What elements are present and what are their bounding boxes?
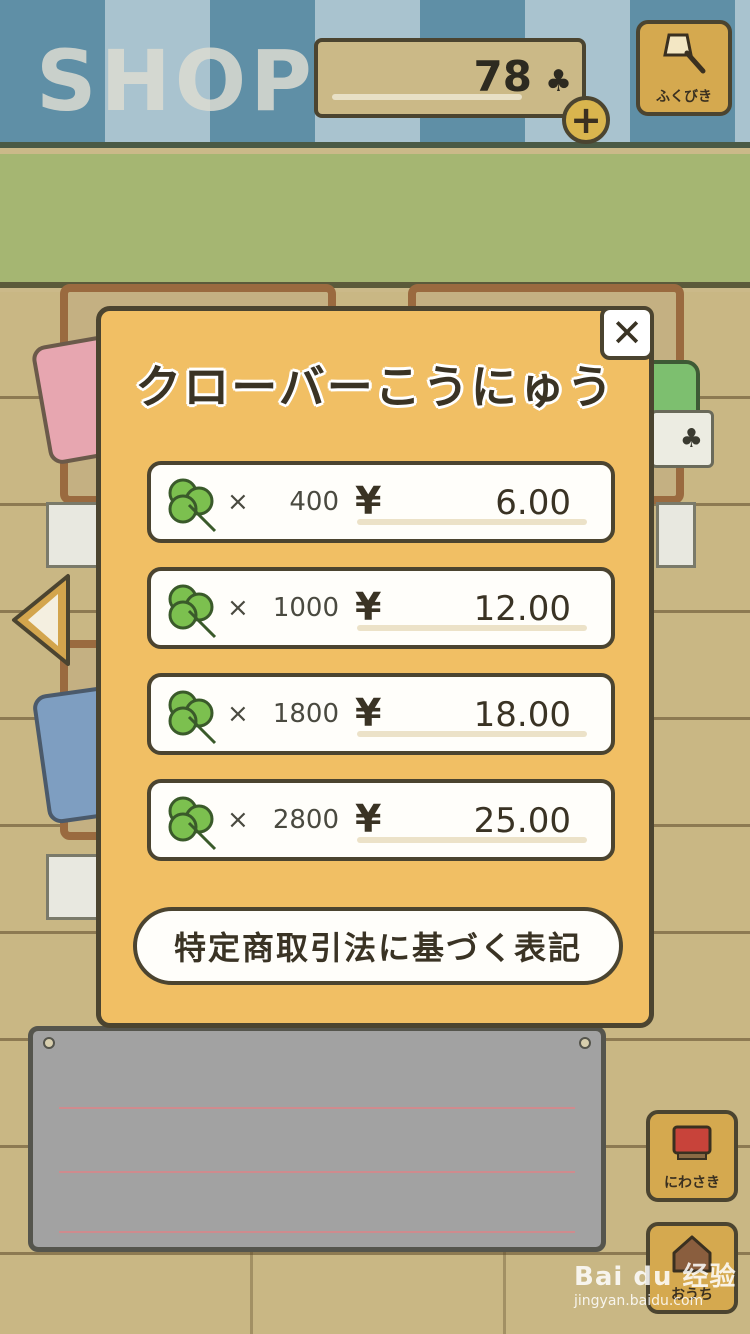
info-board	[28, 1026, 606, 1252]
mailbox-icon	[670, 1121, 714, 1168]
clover-icon	[168, 690, 217, 745]
lottery-label: ふくびき	[656, 89, 712, 105]
clover-icon	[168, 796, 217, 851]
board-pin	[579, 1037, 591, 1049]
add-clovers-button[interactable]: +	[562, 96, 610, 144]
clover-pack-1800[interactable]: × 1800 ¥ 18.00	[147, 673, 615, 755]
pack-price: 6.00	[495, 483, 571, 523]
pack-price: 18.00	[473, 695, 571, 735]
board-line	[59, 1171, 575, 1173]
clover-balance: 78	[473, 52, 532, 101]
yen-symbol: ¥	[355, 797, 382, 841]
clover-icon: ♣	[545, 64, 572, 99]
lottery-button[interactable]: ふくびき	[636, 20, 732, 116]
yen-symbol: ¥	[355, 691, 382, 735]
board-line	[59, 1231, 575, 1233]
shop-title: SHOP	[36, 32, 316, 130]
pack-quantity: 2800	[272, 805, 339, 835]
clover-pack-400[interactable]: × 400 ¥ 6.00	[147, 461, 615, 543]
bell-icon	[661, 29, 707, 82]
times-symbol: ×	[227, 593, 249, 623]
pack-price: 12.00	[473, 589, 571, 629]
yen-symbol: ¥	[355, 585, 382, 629]
price-tag: ♣	[650, 410, 714, 468]
previous-page-arrow-icon[interactable]	[8, 572, 72, 668]
board-line	[59, 1107, 575, 1109]
clover-icon	[168, 478, 217, 533]
baidu-watermark: Bai du 经验 jingyan.baidu.com	[574, 1256, 744, 1326]
purchase-clovers-dialog: クローバーこうにゅう × 400 ¥ 6.00 × 1000 ¥ 12.00 ×…	[96, 306, 654, 1028]
times-symbol: ×	[227, 699, 249, 729]
name-plate	[656, 502, 696, 568]
clover-icon: ♣	[679, 424, 703, 454]
pack-price: 25.00	[473, 801, 571, 841]
pack-quantity: 400	[289, 487, 339, 517]
clover-pack-2800[interactable]: × 2800 ¥ 25.00	[147, 779, 615, 861]
shop-wall	[0, 154, 750, 288]
clover-balance-box: 78 ♣	[314, 38, 586, 118]
board-pin	[43, 1037, 55, 1049]
yen-symbol: ¥	[355, 479, 382, 523]
pack-quantity: 1000	[272, 593, 339, 623]
clover-pack-1000[interactable]: × 1000 ¥ 12.00	[147, 567, 615, 649]
clover-icon	[168, 584, 217, 639]
garden-label: にわさき	[664, 1175, 720, 1191]
times-symbol: ×	[227, 487, 249, 517]
dialog-title: クローバーこうにゅう	[135, 360, 615, 414]
watermark-main: Bai du 经验	[574, 1262, 737, 1292]
close-icon[interactable]: ✕	[600, 306, 654, 360]
watermark-sub: jingyan.baidu.com	[574, 1293, 704, 1309]
garden-button[interactable]: にわさき	[646, 1110, 738, 1202]
legal-notice-button[interactable]: 特定商取引法に基づく表記	[133, 907, 623, 985]
pack-quantity: 1800	[272, 699, 339, 729]
times-symbol: ×	[227, 805, 249, 835]
